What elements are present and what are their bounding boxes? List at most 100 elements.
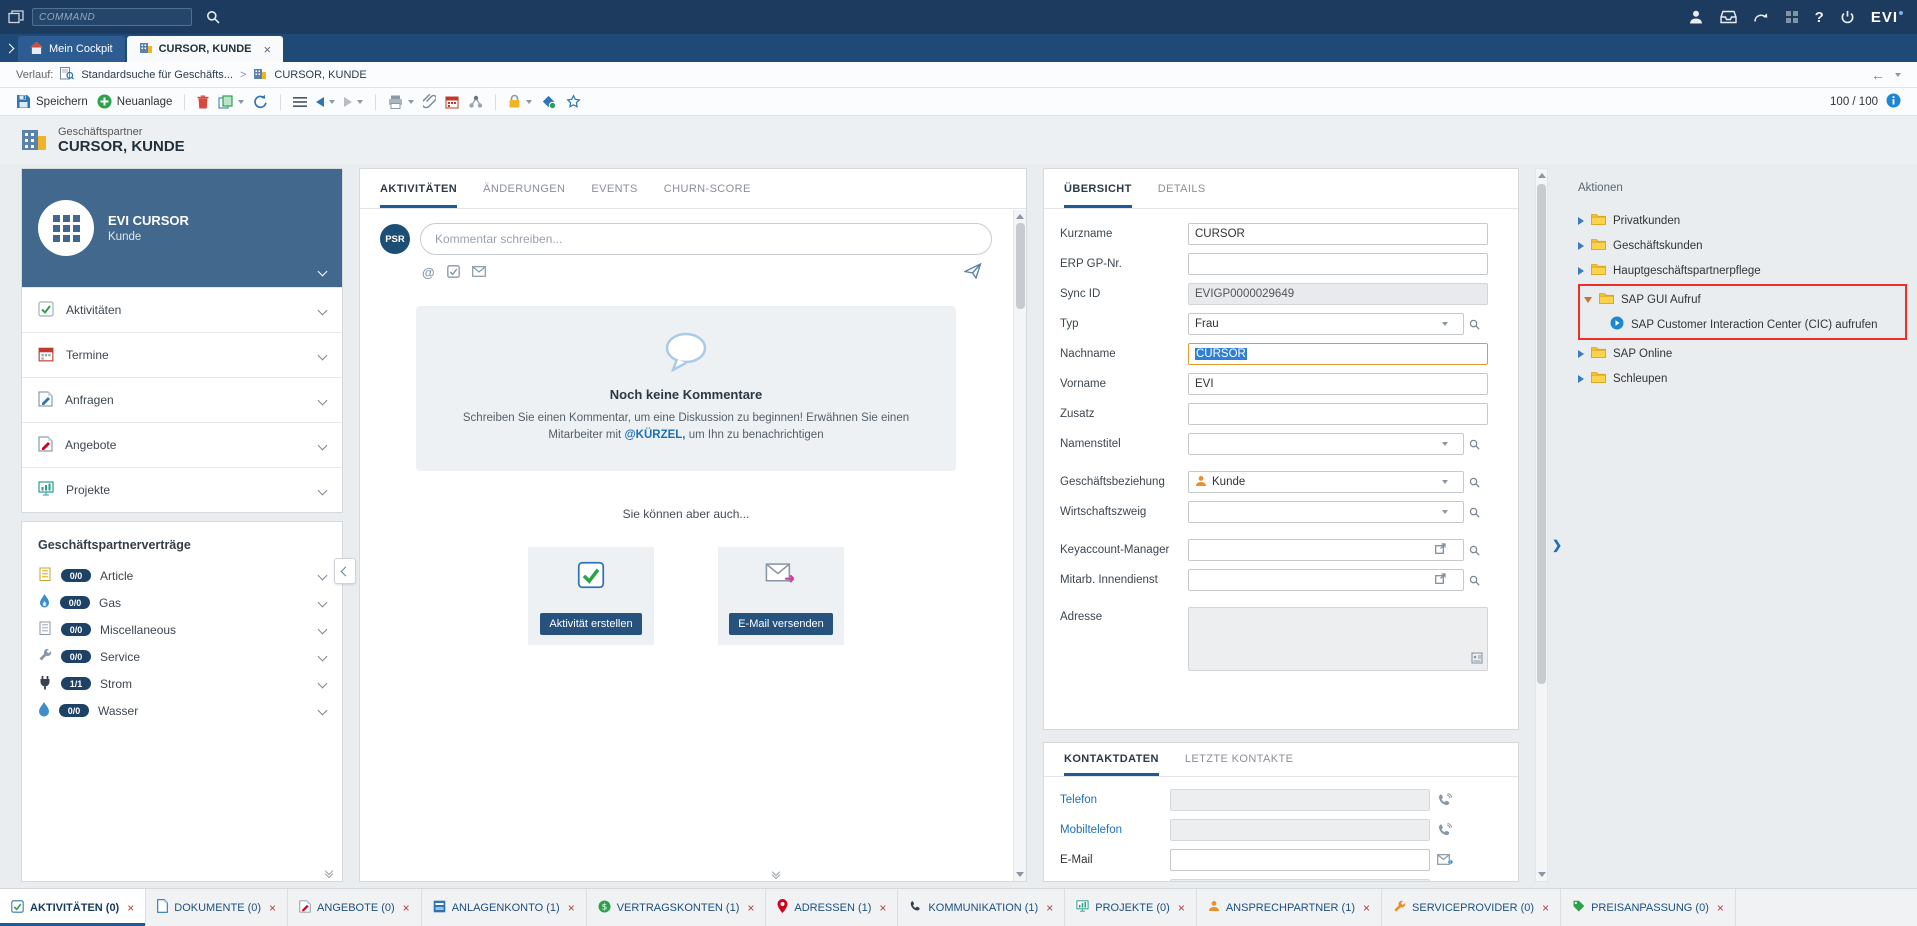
menu-icon[interactable] bbox=[293, 96, 307, 108]
sync-icon[interactable] bbox=[541, 94, 557, 110]
close-icon[interactable]: × bbox=[568, 901, 575, 915]
email-input[interactable] bbox=[1170, 849, 1430, 871]
tab-kontaktdaten[interactable]: KONTAKTDATEN bbox=[1064, 753, 1159, 776]
expand-icon[interactable] bbox=[1578, 242, 1584, 250]
sidebar-item-angebote[interactable]: Angebote bbox=[22, 422, 342, 467]
inbox-icon[interactable] bbox=[1720, 10, 1737, 24]
bottom-tab-projekte[interactable]: PROJEKTE (0) × bbox=[1065, 889, 1197, 926]
telefon-input[interactable] bbox=[1170, 789, 1430, 811]
expand-panel-icon[interactable]: ❯ bbox=[1552, 538, 1562, 552]
collapse-sidebar-icon[interactable] bbox=[334, 558, 356, 584]
scroll-down-icon[interactable] bbox=[1016, 872, 1024, 877]
wirtschaftszweig-combobox[interactable] bbox=[1188, 501, 1464, 523]
send-email-button[interactable]: E-Mail versenden bbox=[729, 613, 833, 635]
chevron-down-icon[interactable] bbox=[1442, 322, 1448, 326]
lock-icon[interactable] bbox=[508, 94, 532, 109]
contract-item-miscellaneous[interactable]: 0/0 Miscellaneous bbox=[22, 616, 342, 643]
favorite-star-icon[interactable] bbox=[566, 94, 581, 109]
tab-uebersicht[interactable]: ÜBERSICHT bbox=[1064, 183, 1132, 208]
scroll-up-icon[interactable] bbox=[1016, 214, 1024, 219]
search-icon[interactable] bbox=[1469, 575, 1480, 586]
close-icon[interactable]: × bbox=[403, 901, 410, 915]
bottom-tab-serviceprovider[interactable]: SERVICEPROVIDER (0) × bbox=[1382, 889, 1561, 926]
history-back-icon[interactable]: ← bbox=[1871, 67, 1885, 83]
tree-item-sap-gui-aufruf[interactable]: SAP GUI Aufruf bbox=[1584, 287, 1901, 312]
breadcrumb-item-current[interactable]: CURSOR, KUNDE bbox=[274, 69, 366, 81]
search-icon[interactable] bbox=[1469, 507, 1480, 518]
tab-details[interactable]: DETAILS bbox=[1158, 183, 1206, 208]
contract-item-service[interactable]: 0/0 Service bbox=[22, 643, 342, 670]
delete-icon[interactable] bbox=[197, 95, 209, 109]
bottom-tab-kommunikation[interactable]: KOMMUNIKATION (1) × bbox=[898, 889, 1065, 926]
bottom-tab-preisanpassung[interactable]: PREISANPASSUNG (0) × bbox=[1561, 889, 1736, 926]
bottom-tab-anlagenkonto[interactable]: ANLAGENKONTO (1) × bbox=[422, 889, 587, 926]
tab-aenderungen[interactable]: ÄNDERUNGEN bbox=[483, 183, 565, 208]
power-icon[interactable] bbox=[1840, 10, 1855, 25]
chevron-down-icon[interactable] bbox=[318, 267, 328, 277]
vorname-input[interactable] bbox=[1188, 373, 1488, 395]
phone-icon[interactable] bbox=[1437, 793, 1452, 808]
bottom-tab-aktivitaeten[interactable]: AKTIVITÄTEN (0) × bbox=[0, 889, 146, 926]
close-icon[interactable]: × bbox=[1542, 901, 1549, 915]
tab-aktivitaeten[interactable]: AKTIVITÄTEN bbox=[380, 183, 457, 208]
scroll-down-indicator[interactable] bbox=[773, 872, 779, 878]
chevron-down-icon[interactable] bbox=[318, 625, 328, 635]
search-icon[interactable] bbox=[1469, 545, 1480, 556]
contract-item-gas[interactable]: 0/0 Gas bbox=[22, 589, 342, 616]
new-record-button[interactable]: Neuanlage bbox=[97, 94, 173, 109]
nachname-input[interactable]: CURSOR bbox=[1188, 343, 1488, 365]
chevron-down-icon[interactable] bbox=[1442, 480, 1448, 484]
scrollbar-thumb[interactable] bbox=[1537, 184, 1546, 684]
chevron-down-icon[interactable] bbox=[1442, 442, 1448, 446]
mail-icon[interactable] bbox=[472, 265, 486, 280]
scroll-down-icon[interactable] bbox=[1538, 872, 1546, 877]
bottom-tab-ansprechpartner[interactable]: ANSPRECHPARTNER (1) × bbox=[1197, 889, 1382, 926]
mail-send-icon[interactable] bbox=[1437, 854, 1453, 866]
calendar-icon[interactable] bbox=[445, 95, 459, 109]
search-icon[interactable] bbox=[206, 10, 220, 24]
chevron-down-icon[interactable] bbox=[318, 350, 328, 360]
nav-expander-icon[interactable] bbox=[0, 34, 18, 62]
redo-icon[interactable] bbox=[1753, 10, 1769, 24]
tree-item-geschaeftskunden[interactable]: Geschäftskunden bbox=[1578, 233, 1907, 258]
chevron-down-icon[interactable] bbox=[318, 305, 328, 315]
tree-item-sap-online[interactable]: SAP Online bbox=[1578, 341, 1907, 366]
mention-link[interactable]: @KÜRZEL, bbox=[624, 429, 685, 441]
expand-icon[interactable] bbox=[1578, 267, 1584, 275]
breadcrumb-item-search[interactable]: Standardsuche für Geschäfts... bbox=[81, 69, 233, 81]
keyaccount-manager-input[interactable] bbox=[1188, 539, 1464, 561]
close-icon[interactable]: × bbox=[1178, 901, 1185, 915]
navigate-back-icon[interactable] bbox=[316, 97, 335, 107]
contract-item-wasser[interactable]: 0/0 Wasser bbox=[22, 697, 342, 724]
contract-item-article[interactable]: 0/0 Article bbox=[22, 562, 342, 589]
contract-item-strom[interactable]: 1/1 Strom bbox=[22, 670, 342, 697]
tree-item-hauptgeschaeftspartnerpflege[interactable]: Hauptgeschäftspartnerpflege bbox=[1578, 258, 1907, 283]
refresh-icon[interactable] bbox=[253, 94, 268, 109]
apps-icon[interactable] bbox=[1785, 10, 1799, 24]
tab-mein-cockpit[interactable]: Mein Cockpit bbox=[18, 36, 125, 62]
close-icon[interactable]: × bbox=[127, 901, 134, 915]
scroll-down-indicator[interactable] bbox=[326, 871, 332, 877]
sidebar-item-projekte[interactable]: Projekte bbox=[22, 467, 342, 512]
chevron-down-icon[interactable] bbox=[318, 571, 328, 581]
bottom-tab-dokumente[interactable]: DOKUMENTE (0) × bbox=[146, 889, 288, 926]
geschaeftsbeziehung-combobox[interactable]: Kunde bbox=[1188, 471, 1464, 493]
search-icon[interactable] bbox=[1469, 439, 1480, 450]
vertical-scrollbar[interactable] bbox=[1535, 168, 1548, 882]
zusatz-input[interactable] bbox=[1188, 403, 1488, 425]
save-button[interactable]: Speichern bbox=[16, 94, 88, 109]
close-icon[interactable]: × bbox=[1717, 901, 1724, 915]
user-icon[interactable] bbox=[1688, 9, 1704, 25]
search-icon[interactable] bbox=[1469, 477, 1480, 488]
print-icon[interactable] bbox=[388, 95, 414, 109]
history-dropdown-icon[interactable] bbox=[1895, 73, 1901, 77]
navigate-forward-icon[interactable] bbox=[344, 97, 363, 107]
erp-gp-nr-input[interactable] bbox=[1188, 253, 1488, 275]
task-icon[interactable] bbox=[447, 265, 460, 281]
tree-action-sap-cic-aufrufen[interactable]: SAP Customer Interaction Center (CIC) au… bbox=[1584, 312, 1901, 337]
kurzname-input[interactable] bbox=[1188, 223, 1488, 245]
command-input[interactable] bbox=[32, 8, 192, 26]
tree-item-privatkunden[interactable]: Privatkunden bbox=[1578, 208, 1907, 233]
tab-churn-score[interactable]: CHURN-SCORE bbox=[664, 183, 751, 208]
partial-input[interactable] bbox=[1170, 879, 1430, 882]
